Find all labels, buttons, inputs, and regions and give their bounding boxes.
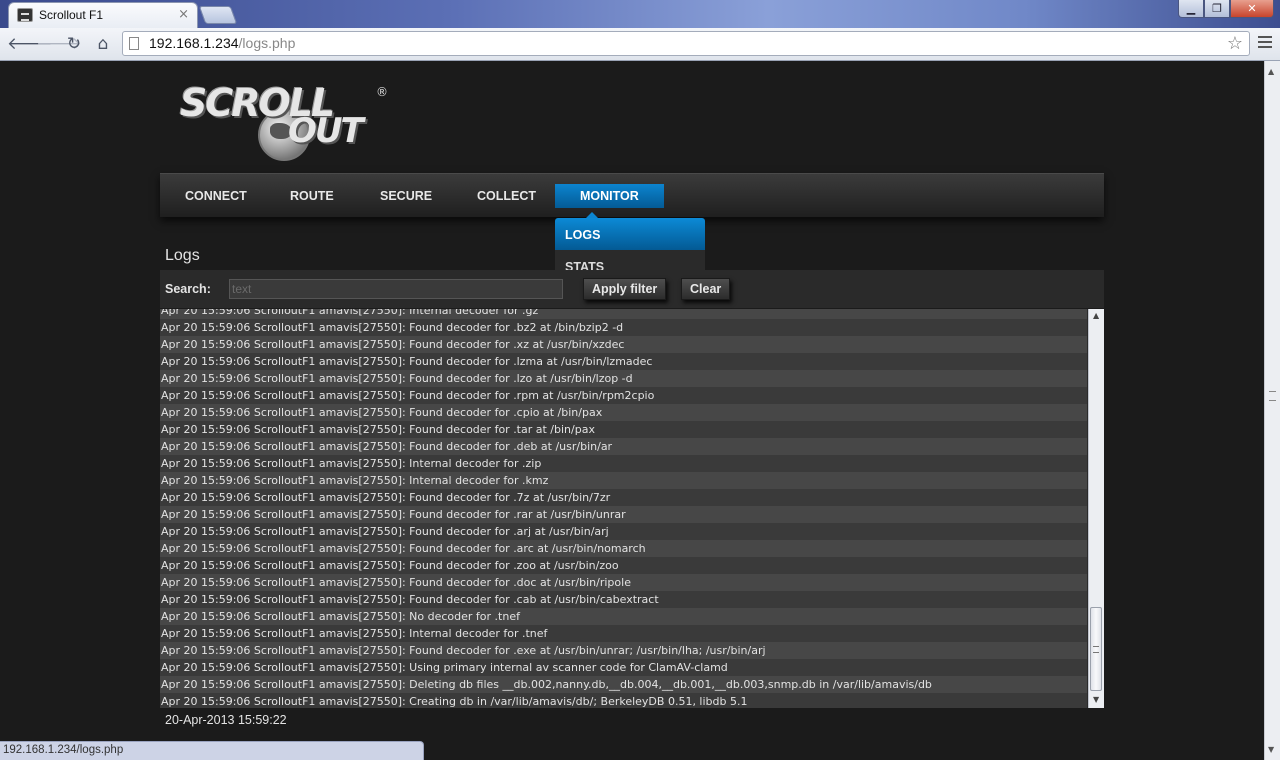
close-window-button[interactable]: ✕	[1230, 0, 1274, 18]
log-line: Apr 20 15:59:06 ScrolloutF1 amavis[27550…	[160, 659, 1087, 676]
favicon-icon	[17, 8, 33, 22]
search-label: Search:	[165, 282, 211, 296]
log-line: Apr 20 15:59:06 ScrolloutF1 amavis[27550…	[160, 693, 1087, 708]
forward-arrow-icon[interactable]: 🡒	[36, 34, 82, 54]
log-line: Apr 20 15:59:06 ScrolloutF1 amavis[27550…	[160, 625, 1087, 642]
log-line: Apr 20 15:59:06 ScrolloutF1 amavis[27550…	[160, 370, 1087, 387]
log-timestamp: 20-Apr-2013 15:59:22	[165, 713, 287, 727]
page-icon	[129, 37, 139, 50]
minimize-button[interactable]: ▁	[1178, 0, 1204, 18]
clear-button[interactable]: Clear	[681, 278, 731, 300]
log-lines: Apr 20 15:59:06 ScrolloutF1 amavis[27550…	[160, 309, 1087, 708]
log-line: Apr 20 15:59:06 ScrolloutF1 amavis[27550…	[160, 455, 1087, 472]
log-line: Apr 20 15:59:06 ScrolloutF1 amavis[27550…	[160, 642, 1087, 659]
menu-item-route[interactable]: ROUTE	[290, 189, 334, 203]
main-menu: CONNECT ROUTE SECURE COLLECT MONITOR	[160, 173, 1104, 217]
browser-tab[interactable]: Scrollout F1 ×	[8, 2, 198, 28]
search-bar: Search: Apply filter Clear	[160, 270, 1104, 308]
reload-icon[interactable]: ↻	[64, 34, 84, 54]
page-title: Logs	[165, 247, 200, 264]
log-scroll-thumb[interactable]	[1090, 607, 1102, 691]
log-line: Apr 20 15:59:06 ScrolloutF1 amavis[27550…	[160, 336, 1087, 353]
back-arrow-icon[interactable]: 🡐	[7, 34, 53, 54]
page-scrollbar[interactable]: ▲ ▼	[1264, 61, 1280, 760]
log-line: Apr 20 15:59:06 ScrolloutF1 amavis[27550…	[160, 387, 1087, 404]
log-scrollbar[interactable]: ▲ ▼	[1088, 309, 1104, 708]
window-controls: ▁ ❐ ✕	[1178, 0, 1274, 20]
log-line: Apr 20 15:59:06 ScrolloutF1 amavis[27550…	[160, 309, 1087, 319]
log-line: Apr 20 15:59:06 ScrolloutF1 amavis[27550…	[160, 574, 1087, 591]
page-viewport: SCROLL OUT ® CONNECT ROUTE SECURE COLLEC…	[0, 61, 1264, 760]
window-titlebar: Scrollout F1 × ▁ ❐ ✕	[0, 0, 1280, 28]
log-line: Apr 20 15:59:06 ScrolloutF1 amavis[27550…	[160, 472, 1087, 489]
page-scroll-down-icon[interactable]: ▼	[1268, 745, 1274, 754]
log-line: Apr 20 15:59:06 ScrolloutF1 amavis[27550…	[160, 438, 1087, 455]
log-line: Apr 20 15:59:06 ScrolloutF1 amavis[27550…	[160, 421, 1087, 438]
scrollout-logo: SCROLL OUT ®	[180, 81, 400, 161]
log-line: Apr 20 15:59:06 ScrolloutF1 amavis[27550…	[160, 523, 1087, 540]
log-line: Apr 20 15:59:06 ScrolloutF1 amavis[27550…	[160, 540, 1087, 557]
browser-toolbar: 🡐 🡒 ↻ ⌂ 192.168.1.234/logs.php ☆	[0, 28, 1280, 61]
apply-filter-button[interactable]: Apply filter	[583, 278, 667, 300]
home-icon[interactable]: ⌂	[93, 34, 113, 54]
menu-item-collect[interactable]: COLLECT	[477, 189, 536, 203]
page-scroll-up-icon[interactable]: ▲	[1268, 67, 1274, 76]
menu-item-connect[interactable]: CONNECT	[185, 189, 247, 203]
scroll-up-icon[interactable]: ▲	[1093, 311, 1099, 320]
restore-button[interactable]: ❐	[1204, 0, 1230, 18]
menu-item-secure[interactable]: SECURE	[380, 189, 432, 203]
address-bar[interactable]: 192.168.1.234/logs.php ☆	[122, 31, 1250, 56]
log-list: Apr 20 15:59:06 ScrolloutF1 amavis[27550…	[160, 309, 1104, 708]
tab-close-icon[interactable]: ×	[178, 7, 189, 22]
page-scroll-grip[interactable]	[1269, 391, 1276, 401]
url-text[interactable]: 192.168.1.234/logs.php	[149, 35, 295, 51]
log-line: Apr 20 15:59:06 ScrolloutF1 amavis[27550…	[160, 557, 1087, 574]
menu-item-monitor[interactable]: MONITOR	[555, 184, 664, 208]
log-line: Apr 20 15:59:06 ScrolloutF1 amavis[27550…	[160, 489, 1087, 506]
star-icon[interactable]: ☆	[1227, 33, 1243, 54]
search-input[interactable]	[229, 279, 563, 299]
log-line: Apr 20 15:59:06 ScrolloutF1 amavis[27550…	[160, 506, 1087, 523]
wrench-icon[interactable]	[1258, 36, 1272, 50]
log-line: Apr 20 15:59:06 ScrolloutF1 amavis[27550…	[160, 353, 1087, 370]
status-bar: 192.168.1.234/logs.php	[0, 741, 424, 760]
log-line: Apr 20 15:59:06 ScrolloutF1 amavis[27550…	[160, 404, 1087, 421]
log-line: Apr 20 15:59:06 ScrolloutF1 amavis[27550…	[160, 676, 1087, 693]
monitor-submenu: LOGS STATS	[555, 212, 705, 282]
tab-title: Scrollout F1	[39, 8, 104, 22]
submenu-item-logs[interactable]: LOGS	[555, 218, 705, 250]
scroll-down-icon[interactable]: ▼	[1093, 695, 1099, 704]
log-line: Apr 20 15:59:06 ScrolloutF1 amavis[27550…	[160, 591, 1087, 608]
log-line: Apr 20 15:59:06 ScrolloutF1 amavis[27550…	[160, 608, 1087, 625]
log-line: Apr 20 15:59:06 ScrolloutF1 amavis[27550…	[160, 319, 1087, 336]
new-tab-button[interactable]	[198, 6, 238, 24]
